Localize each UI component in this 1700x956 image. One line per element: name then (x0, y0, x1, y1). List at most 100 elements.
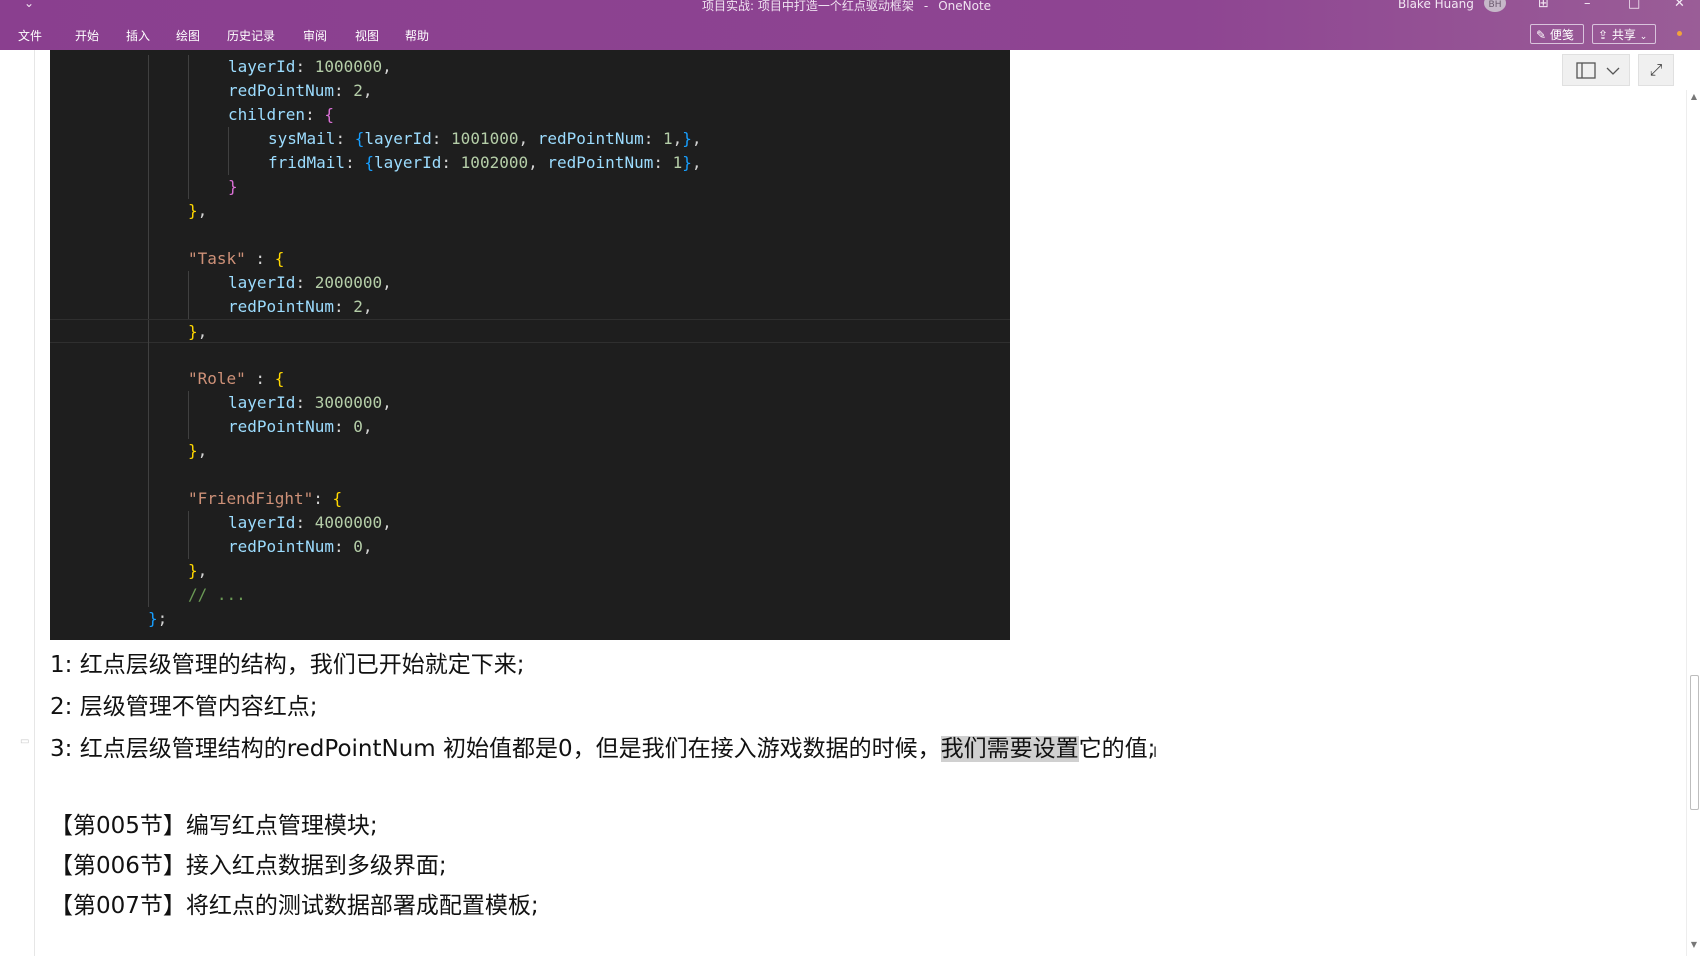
restore-ribbon-icon[interactable]: ⊞ (1538, 0, 1549, 11)
code-line: layerId: 2000000, (50, 271, 1010, 295)
code-token: redPointNum (228, 417, 334, 436)
indent-guide (188, 55, 189, 79)
tab-file[interactable]: 文件 (18, 27, 42, 44)
close-icon[interactable]: ✕ (1674, 0, 1685, 11)
code-token: layerId (228, 513, 296, 532)
code-token: 0 (353, 537, 363, 556)
scrollbar-thumb[interactable] (1690, 675, 1699, 810)
code-line: children: { (50, 103, 1010, 127)
code-token: , (197, 441, 208, 460)
indent-guide (188, 127, 189, 151)
code-token: : (335, 129, 355, 148)
indent-guide (148, 175, 149, 199)
indent-guide (188, 103, 189, 127)
tab-help[interactable]: 帮助 (405, 27, 429, 44)
code-line: "FriendFight": { (50, 487, 1010, 511)
note-line-3[interactable]: 3: 红点层级管理结构的redPointNum 初始值都是0，但是我们在接入游戏… (50, 729, 1155, 763)
code-token: { (274, 249, 285, 268)
tab-review[interactable]: 审阅 (303, 27, 327, 44)
note-line-3-text: 3: 红点层级管理结构的redPointNum 初始值都是0，但是我们在接入游戏… (50, 736, 941, 762)
code-token: , (528, 153, 548, 172)
tab-insert[interactable]: 插入 (126, 27, 150, 44)
indent-guide (148, 199, 149, 223)
code-line: fridMail: {layerId: 1002000, redPointNum… (50, 151, 1010, 175)
code-token: 1000000 (314, 57, 383, 76)
code-token: : (295, 273, 315, 292)
code-token: layerId (228, 57, 296, 76)
code-token: } (148, 609, 158, 628)
quick-access-chevron-icon[interactable]: ⌄ (24, 0, 34, 10)
code-token: } (188, 322, 198, 341)
page-view-button[interactable] (1562, 54, 1630, 86)
sticky-notes-button[interactable]: ✎ 便笺 (1530, 24, 1584, 44)
indent-guide (148, 415, 149, 439)
code-token: : (333, 537, 354, 556)
code-block[interactable]: layerId: 1000000, redPointNum: 2, children… (50, 50, 1010, 640)
code-token: 2 (353, 81, 363, 100)
scroll-down-icon[interactable]: ▼ (1690, 940, 1698, 949)
code-token: "FriendFight" (188, 489, 314, 508)
indent-guide (148, 79, 149, 103)
indent-guide (188, 391, 189, 415)
code-token: } (188, 201, 198, 220)
code-token: layerId (228, 393, 296, 412)
indent-guide (148, 320, 149, 344)
code-token: : (643, 129, 663, 148)
indent-guide (148, 247, 149, 271)
sticky-notes-label: 便笺 (1549, 28, 1574, 42)
maximize-icon[interactable]: □ (1628, 0, 1640, 11)
code-token: : (245, 249, 275, 268)
code-text: // ... (188, 583, 246, 607)
code-line: }, (50, 319, 1010, 344)
code-text: }, (188, 199, 207, 223)
scroll-up-icon[interactable]: ▲ (1690, 92, 1698, 101)
code-text: "Role" : { (188, 367, 284, 391)
code-token: } (228, 177, 238, 196)
user-name[interactable]: Blake Huang (1398, 0, 1474, 11)
vertical-scrollbar[interactable]: ▲ ▼ (1686, 90, 1700, 956)
tab-view[interactable]: 视图 (355, 27, 379, 44)
code-text: redPointNum: 0, (228, 415, 373, 439)
section-006[interactable]: 【第006节】接入红点数据到多级界面; (50, 846, 447, 880)
section-007[interactable]: 【第007节】将红点的测试数据部署成配置模板; (50, 886, 539, 920)
notification-dot-icon[interactable] (1677, 31, 1682, 36)
code-token: , (382, 57, 392, 76)
paragraph-handle-icon[interactable]: ▭ (20, 736, 32, 747)
tab-history[interactable]: 历史记录 (227, 27, 275, 44)
indent-guide (148, 55, 149, 79)
code-line: }, (50, 559, 1010, 583)
indent-guide (148, 535, 149, 559)
code-token: layerId (364, 129, 432, 148)
code-line (50, 223, 1010, 247)
avatar[interactable]: BH (1484, 0, 1506, 12)
indent-guide (188, 151, 189, 175)
code-line: redPointNum: 0, (50, 415, 1010, 439)
section-005[interactable]: 【第005节】编写红点管理模块; (50, 806, 378, 840)
code-token: 1001000 (451, 129, 519, 148)
indent-guide (228, 151, 229, 175)
app-name: OneNote (938, 0, 992, 13)
full-page-view-button[interactable]: ⤢ (1638, 54, 1674, 86)
minimize-icon[interactable]: – (1584, 0, 1591, 11)
code-token: , (197, 561, 208, 580)
indent-guide (188, 295, 189, 319)
code-token: , (362, 537, 373, 556)
window-title: 项目实战: 项目中打造一个红点驱动框架 - OneNote (702, 0, 991, 14)
code-text: layerId: 3000000, (228, 391, 392, 415)
code-line: sysMail: {layerId: 1001000, redPointNum:… (50, 127, 1010, 151)
code-token: , (518, 129, 538, 148)
code-token: : (295, 393, 315, 412)
code-text: redPointNum: 2, (228, 79, 373, 103)
code-token: : (653, 153, 673, 172)
indent-guide (148, 103, 149, 127)
indent-guide (188, 79, 189, 103)
code-token: , (362, 81, 373, 100)
tab-draw[interactable]: 绘图 (176, 27, 200, 44)
indent-guide (148, 559, 149, 583)
note-line-2[interactable]: 2: 层级管理不管内容红点; (50, 687, 317, 721)
tab-home[interactable]: 开始 (75, 27, 99, 44)
indent-guide (148, 343, 149, 367)
share-button[interactable]: ⇪ 共享 ⌄ (1592, 24, 1656, 44)
note-line-1[interactable]: 1: 红点层级管理的结构，我们已开始就定下来; (50, 645, 524, 679)
pen-icon: ✎ (1536, 28, 1547, 42)
